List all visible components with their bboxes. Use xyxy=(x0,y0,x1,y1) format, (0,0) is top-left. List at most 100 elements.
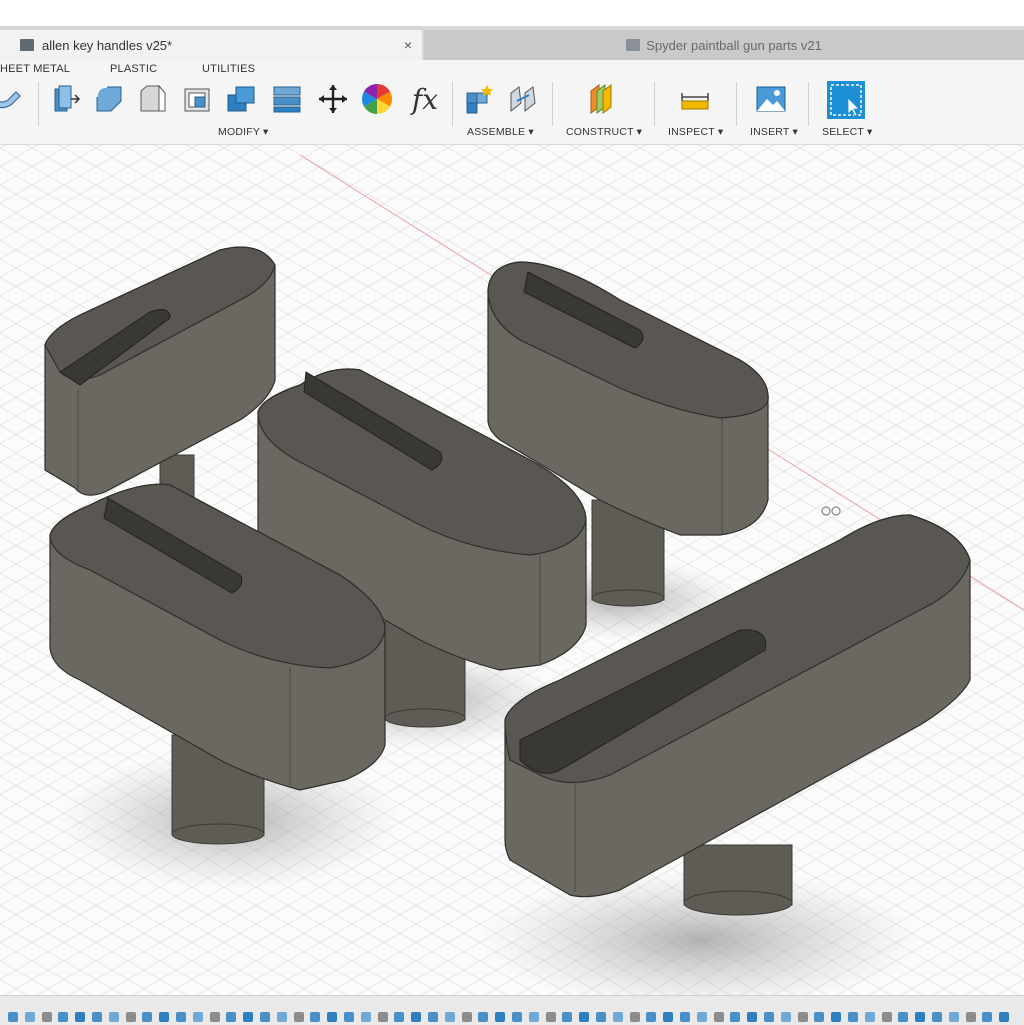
timeline-feature-icon[interactable] xyxy=(596,1012,606,1022)
measure-icon[interactable] xyxy=(678,82,712,116)
tab-spyder-paintball-gun-parts[interactable]: Spyder paintball gun parts v21 xyxy=(424,30,1024,60)
timeline-feature-icon[interactable] xyxy=(260,1012,270,1022)
timeline-feature-icon[interactable] xyxy=(764,1012,774,1022)
timeline-feature-icon[interactable] xyxy=(663,1012,674,1022)
timeline-feature-icon[interactable] xyxy=(747,1012,758,1022)
timeline-feature-icon[interactable] xyxy=(75,1012,86,1022)
document-icon xyxy=(20,39,34,51)
combine-icon[interactable] xyxy=(224,82,258,116)
toolbar-ribbon: HEET METAL PLASTIC UTILITIES fx MODIFY ▾… xyxy=(0,60,1024,145)
timeline-feature-icon[interactable] xyxy=(142,1012,153,1022)
construct-plane-icon[interactable] xyxy=(584,82,618,116)
sheet-metal-icon[interactable] xyxy=(0,82,24,116)
fillet-icon[interactable] xyxy=(92,82,126,116)
timeline-feature-icon[interactable] xyxy=(814,1012,825,1022)
3d-viewport[interactable] xyxy=(0,145,1024,995)
timeline-feature-icon[interactable] xyxy=(562,1012,573,1022)
tab-title: Spyder paintball gun parts v21 xyxy=(646,37,822,53)
inspect-menu[interactable]: INSPECT ▾ xyxy=(668,126,723,138)
appearance-icon[interactable] xyxy=(360,82,394,116)
move-icon[interactable] xyxy=(316,82,350,116)
timeline-feature-icon[interactable] xyxy=(545,1012,556,1022)
timeline-feature-icon[interactable] xyxy=(41,1012,52,1022)
chamfer-icon[interactable] xyxy=(136,82,170,116)
timeline-feature-icon[interactable] xyxy=(125,1012,136,1022)
timeline-feature-icon[interactable] xyxy=(276,1012,287,1022)
timeline-feature-icon[interactable] xyxy=(646,1012,657,1022)
workspace-tab-plastic[interactable]: PLASTIC xyxy=(110,63,157,75)
timeline-feature-icon[interactable] xyxy=(999,1012,1010,1022)
timeline-feature-icon[interactable] xyxy=(730,1012,741,1022)
timeline-feature-icon[interactable] xyxy=(327,1012,338,1022)
select-menu[interactable]: SELECT ▾ xyxy=(822,126,872,138)
timeline-feature-icon[interactable] xyxy=(192,1012,203,1022)
ribbon-separator xyxy=(452,82,453,126)
timeline-feature-icon[interactable] xyxy=(8,1012,18,1022)
fx-label: fx xyxy=(411,82,439,116)
insert-image-icon[interactable] xyxy=(754,82,788,116)
workspace-tab-utilities[interactable]: UTILITIES xyxy=(202,63,255,75)
timeline-feature-icon[interactable] xyxy=(848,1012,858,1022)
timeline-feature-icon[interactable] xyxy=(209,1012,220,1022)
timeline-feature-icon[interactable] xyxy=(226,1012,237,1022)
timeline-feature-icon[interactable] xyxy=(444,1012,455,1022)
timeline-feature-icon[interactable] xyxy=(948,1012,959,1022)
timeline-feature-icon[interactable] xyxy=(360,1012,371,1022)
timeline-feature-icon[interactable] xyxy=(58,1012,69,1022)
timeline-feature-icon[interactable] xyxy=(915,1012,926,1022)
timeline-feature-icon[interactable] xyxy=(243,1012,254,1022)
timeline-feature-icon[interactable] xyxy=(495,1012,506,1022)
timeline-feature-icon[interactable] xyxy=(344,1012,354,1022)
timeline-feature-icon[interactable] xyxy=(982,1012,993,1022)
timeline-feature-icon[interactable] xyxy=(377,1012,388,1022)
timeline-feature-icon[interactable] xyxy=(780,1012,791,1022)
timeline-feature-icon[interactable] xyxy=(159,1012,170,1022)
timeline-feature-icon[interactable] xyxy=(579,1012,590,1022)
assemble-menu[interactable]: ASSEMBLE ▾ xyxy=(467,126,534,138)
timeline-feature-icon[interactable] xyxy=(864,1012,875,1022)
timeline-feature-icon[interactable] xyxy=(528,1012,539,1022)
timeline-feature-icon[interactable] xyxy=(797,1012,808,1022)
timeline-feature-icon[interactable] xyxy=(461,1012,472,1022)
timeline-feature-icon[interactable] xyxy=(965,1012,976,1022)
joint-icon[interactable] xyxy=(506,82,540,116)
timeline-feature-icon[interactable] xyxy=(92,1012,102,1022)
timeline-bar xyxy=(0,995,1024,1025)
parameters-icon[interactable]: fx xyxy=(404,82,446,116)
timeline-feature-icon[interactable] xyxy=(176,1012,186,1022)
timeline-feature-icon[interactable] xyxy=(612,1012,623,1022)
new-component-icon[interactable] xyxy=(462,82,496,116)
timeline-feature-icon[interactable] xyxy=(696,1012,707,1022)
viewport-canvas[interactable] xyxy=(0,145,1024,995)
timeline-feature-icon[interactable] xyxy=(108,1012,119,1022)
timeline-feature-icon[interactable] xyxy=(293,1012,304,1022)
timeline-feature-icon[interactable] xyxy=(713,1012,724,1022)
timeline-feature-icon[interactable] xyxy=(411,1012,422,1022)
modify-menu[interactable]: MODIFY ▾ xyxy=(218,126,268,138)
stack-icon[interactable] xyxy=(270,82,304,116)
window-top-strip xyxy=(0,0,1024,26)
ribbon-separator xyxy=(654,82,655,126)
timeline-feature-icon[interactable] xyxy=(898,1012,909,1022)
press-pull-icon[interactable] xyxy=(48,82,82,116)
timeline-feature-icon[interactable] xyxy=(512,1012,522,1022)
timeline-feature-icon[interactable] xyxy=(831,1012,842,1022)
timeline-feature-icon[interactable] xyxy=(881,1012,892,1022)
timeline-feature-icon[interactable] xyxy=(680,1012,690,1022)
timeline-feature-icon[interactable] xyxy=(310,1012,321,1022)
shell-icon[interactable] xyxy=(180,82,214,116)
select-icon[interactable] xyxy=(826,80,866,120)
workspace-tab-sheet-metal[interactable]: HEET METAL xyxy=(0,63,70,75)
close-icon[interactable]: × xyxy=(404,37,412,53)
timeline-feature-icon[interactable] xyxy=(932,1012,942,1022)
timeline-feature-icon[interactable] xyxy=(478,1012,489,1022)
insert-menu[interactable]: INSERT ▾ xyxy=(750,126,798,138)
timeline-feature-icon[interactable] xyxy=(24,1012,35,1022)
construct-menu[interactable]: CONSTRUCT ▾ xyxy=(566,126,642,138)
tab-allen-key-handles[interactable]: allen key handles v25* × xyxy=(0,30,422,60)
timeline-feature-icon[interactable] xyxy=(428,1012,438,1022)
timeline-feature-icon[interactable] xyxy=(394,1012,405,1022)
ribbon-separator xyxy=(552,82,553,126)
timeline-feature-icon[interactable] xyxy=(629,1012,640,1022)
ribbon-separator xyxy=(808,82,809,126)
